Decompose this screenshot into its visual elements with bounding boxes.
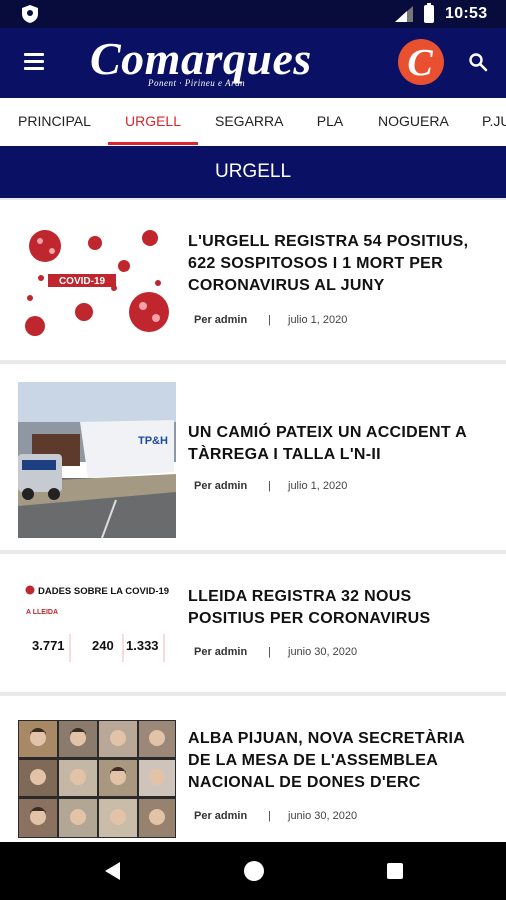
logo-badge-letter: C [407,42,433,84]
article-meta: Per admin | junio 30, 2020 [194,646,357,658]
logo-tagline: Ponent · Pirineu e Aran [148,78,246,88]
image-graphic-title: DADES SOBRE LA COVID-19 [38,586,169,597]
article-thumbnail [18,720,176,838]
article-meta: Per admin | julio 1, 2020 [194,314,347,326]
image-caption: COVID-19 [59,276,106,287]
site-logo[interactable]: Comarques Ponent · Pirineu e Aran [90,32,362,94]
article-title[interactable]: L'URGELL REGISTRA 54 POSITIUS, 622 SOSPI… [188,231,488,297]
tab-segarra[interactable]: SEGARRA [215,98,283,146]
article-title[interactable]: ALBA PIJUAN, NOVA SECRETÀRIA DE LA MESA … [188,728,488,794]
image-caption: TP&H [138,435,168,447]
meta-separator: | [268,314,271,326]
article-author: Per admin [194,810,248,822]
tab-principal[interactable]: PRINCIPAL [18,98,91,146]
search-icon[interactable] [468,52,488,72]
system-navigation-bar [0,842,506,900]
article-date: junio 30, 2020 [288,646,358,658]
article-card[interactable]: DADES SOBRE LA COVID-19 A LLEIDA 3.771 2… [0,554,506,692]
back-icon[interactable] [103,861,123,881]
image-graphic-subtitle: A LLEIDA [26,609,58,616]
article-thumbnail: DADES SOBRE LA COVID-19 A LLEIDA 3.771 2… [18,582,176,666]
logo-badge-icon: C [398,39,444,85]
article-title[interactable]: UN CAMIÓ PATEIX UN ACCIDENT A TÀRREGA I … [188,422,488,466]
coronavirus-illustration-icon: COVID-19 [25,230,169,336]
article-meta: Per admin | julio 1, 2020 [194,480,347,492]
recents-icon[interactable] [387,863,403,879]
app-header: Comarques Ponent · Pirineu e Aran C [0,28,506,98]
article-date: julio 1, 2020 [288,480,348,492]
signal-icon [395,6,413,22]
article-thumbnail: COVID-19 [18,226,176,336]
meta-separator: | [268,646,271,658]
article-title[interactable]: LLEIDA REGISTRA 32 NOUS POSITIUS PER COR… [188,586,488,630]
article-author: Per admin [194,480,248,492]
video-call-photo-icon [19,721,175,837]
image-number: 1.333 [126,638,159,653]
covid-data-graphic: DADES SOBRE LA COVID-19 A LLEIDA 3.771 2… [25,585,169,662]
clock: 10:53 [445,5,488,22]
article-meta: Per admin | junio 30, 2020 [194,810,357,822]
tab-noguera[interactable]: NOGUERA [378,98,449,146]
meta-separator: | [268,810,271,822]
image-number: 3.771 [32,638,65,653]
status-bar: 10:53 [0,0,506,28]
hamburger-menu-icon[interactable] [24,53,44,71]
meta-separator: | [268,480,271,492]
article-author: Per admin [194,314,248,326]
article-card[interactable]: COVID-19 L'URGELL REGISTRA 54 POSITIUS, … [0,200,506,360]
tab-pla[interactable]: PLA [315,98,345,146]
tab-pallars-jussa[interactable]: P.JU [482,98,506,146]
article-thumbnail: TP&H [18,382,176,538]
battery-icon [424,3,434,23]
home-icon[interactable] [244,861,264,881]
article-author: Per admin [194,646,248,658]
article-card[interactable]: ALBA PIJUAN, NOVA SECRETÀRIA DE LA MESA … [0,696,506,842]
article-date: junio 30, 2020 [288,810,358,822]
category-tabs: PRINCIPAL URGELL SEGARRA PLA NOGUERA P.J… [0,98,506,146]
tab-urgell[interactable]: URGELL [108,98,198,146]
article-card[interactable]: TP&H UN CAMIÓ PATEIX UN ACCIDENT A TÀRRE… [0,364,506,550]
image-number: 240 [92,638,114,653]
article-date: julio 1, 2020 [288,314,348,326]
truck-accident-photo-icon: TP&H [18,382,176,538]
shield-icon [22,5,38,23]
section-title: URGELL [0,146,506,198]
